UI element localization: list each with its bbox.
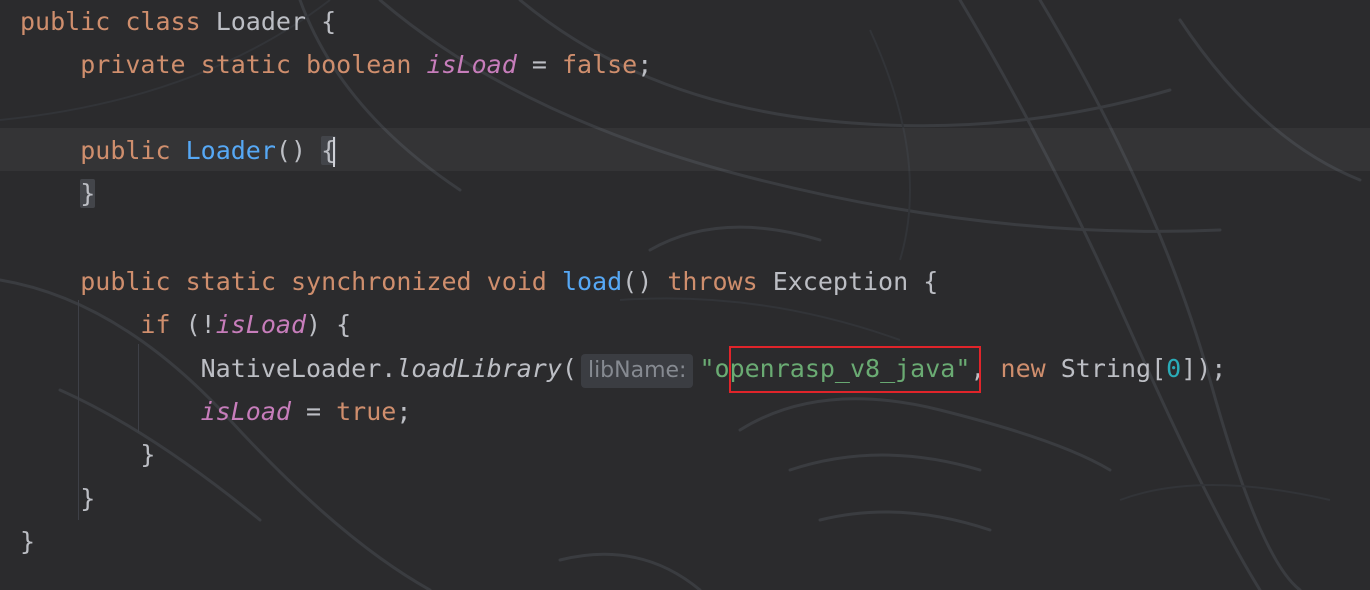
- keyword: new: [1000, 354, 1046, 383]
- code-line-12[interactable]: }: [20, 477, 95, 520]
- brace: {: [336, 310, 352, 339]
- class-name: Loader: [215, 7, 307, 36]
- parameter-hint: libName:: [580, 354, 694, 388]
- keyword: if: [140, 310, 171, 339]
- keyword: public: [80, 136, 171, 165]
- code-line-1[interactable]: public class Loader {: [20, 0, 336, 43]
- keyword: static: [200, 50, 291, 79]
- class-reference: NativeLoader: [200, 354, 382, 383]
- parens: (): [275, 136, 307, 165]
- parens: (): [622, 267, 653, 296]
- keyword: boolean: [306, 50, 412, 79]
- code-line-11[interactable]: }: [20, 433, 155, 476]
- code-editor[interactable]: public class Loader { private static boo…: [0, 0, 1370, 590]
- keyword: private: [80, 50, 186, 79]
- paren-open: (!: [185, 310, 216, 339]
- code-line-2[interactable]: private static boolean isLoad = false;: [20, 43, 652, 86]
- operator: =: [306, 397, 322, 426]
- statement-end: ]);: [1181, 354, 1227, 383]
- number-literal: 0: [1166, 354, 1182, 383]
- code-line-5[interactable]: }: [20, 172, 96, 215]
- paren-close: ): [306, 310, 322, 339]
- type-name: String: [1060, 354, 1152, 383]
- keyword: throws: [667, 267, 758, 296]
- code-line-4[interactable]: public Loader() {: [20, 129, 337, 172]
- keyword: static: [185, 267, 276, 296]
- brace: }: [80, 484, 96, 513]
- keyword: public: [80, 267, 171, 296]
- keyword: synchronized: [290, 267, 472, 296]
- static-method-call: loadLibrary: [396, 354, 562, 383]
- operator: =: [531, 50, 547, 79]
- field-name: isLoad: [426, 50, 517, 79]
- field-name: isLoad: [215, 310, 307, 339]
- field-name: isLoad: [200, 397, 291, 426]
- brace: }: [20, 527, 36, 556]
- keyword: void: [486, 267, 547, 296]
- literal: true: [336, 397, 397, 426]
- code-line-10[interactable]: isLoad = true;: [20, 390, 412, 433]
- brace: }: [140, 440, 156, 469]
- semicolon: ;: [396, 397, 412, 426]
- semicolon: ;: [637, 50, 653, 79]
- code-line-7[interactable]: public static synchronized void load() t…: [20, 260, 938, 303]
- brace: {: [923, 267, 939, 296]
- code-line-13[interactable]: }: [20, 520, 35, 563]
- paren-open: (: [561, 354, 577, 383]
- code-line-9[interactable]: NativeLoader.loadLibrary(libName: "openra…: [20, 347, 1226, 390]
- highlight-box: [729, 346, 981, 393]
- brace: {: [321, 7, 337, 36]
- keyword: class: [125, 7, 201, 36]
- bracket-open: [: [1151, 354, 1167, 383]
- constructor-name: Loader: [185, 136, 276, 165]
- dot: .: [381, 354, 397, 383]
- exception-type: Exception: [772, 267, 909, 296]
- text-caret: [333, 137, 336, 167]
- matched-brace: }: [80, 179, 96, 208]
- code-line-8[interactable]: if (!isLoad) {: [20, 303, 351, 346]
- method-name: load: [561, 267, 623, 296]
- keyword: public: [20, 7, 111, 36]
- literal: false: [561, 50, 638, 79]
